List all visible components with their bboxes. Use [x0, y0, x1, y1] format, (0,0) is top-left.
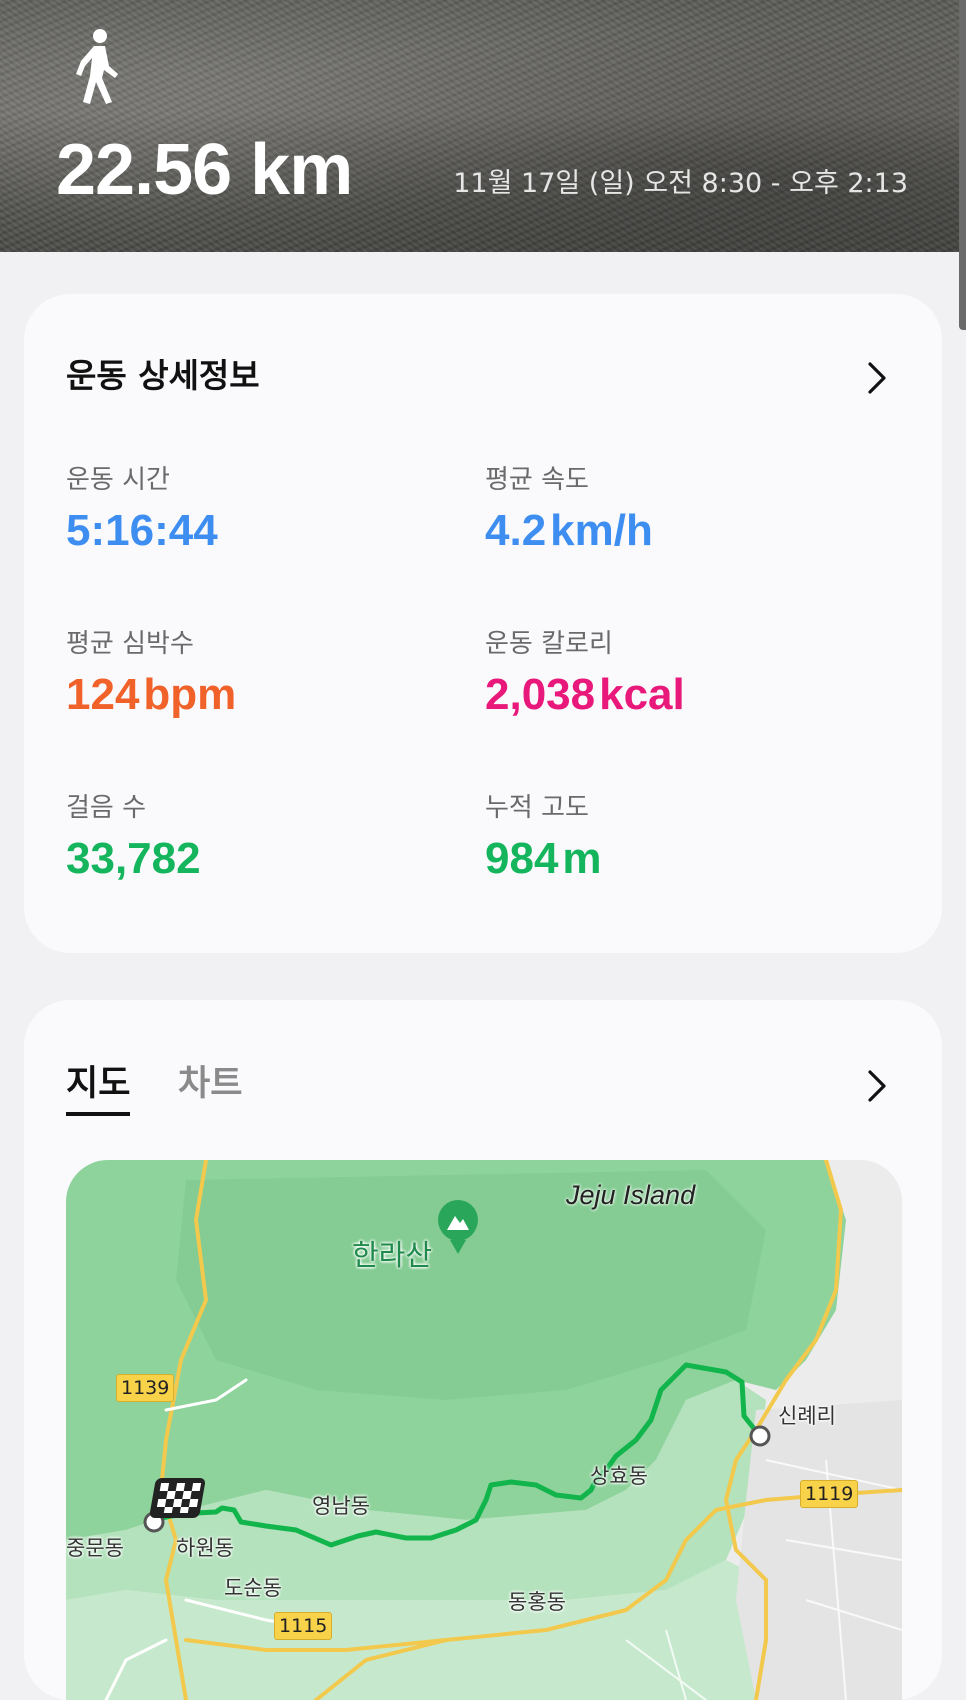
map-place-label: 동홍동: [508, 1590, 566, 1614]
hero-banner: 22.56 km 11월 17일 (일) 오전 8:30 - 오후 2:13: [0, 0, 966, 252]
stat-value: 984m: [485, 834, 602, 883]
workout-details-card: 운동 상세정보 운동 시간 5:16:44 평균 속도 4.2km/h 평균 심…: [24, 294, 942, 953]
chevron-right-icon[interactable]: [862, 1068, 890, 1104]
stat-avg-speed: 평균 속도 4.2km/h: [485, 464, 653, 558]
map-place-label: 도순동: [224, 1576, 282, 1600]
map-place-label: 상효동: [590, 1464, 648, 1488]
walking-person-icon: [76, 29, 118, 104]
stat-avg-heart-rate: 평균 심박수 124bpm: [66, 628, 236, 722]
stat-value: 33,782: [66, 834, 201, 883]
road-number-badge: 1119: [800, 1480, 859, 1508]
stat-calories: 운동 칼로리 2,038kcal: [485, 628, 685, 722]
road-number-badge: 1139: [116, 1374, 175, 1402]
map-chart-card: 지도 차트 Jeju Island 한라산 신례리 상효동 영남동 중문동 하원…: [24, 1000, 942, 1700]
route-map[interactable]: Jeju Island 한라산 신례리 상효동 영남동 중문동 하원동 도순동 …: [66, 1160, 902, 1700]
road-number-badge: 1115: [274, 1612, 333, 1640]
stat-elevation-gain: 누적 고도 984m: [485, 792, 602, 886]
map-place-label: 하원동: [176, 1536, 234, 1560]
scrollbar[interactable]: [959, 0, 966, 330]
total-distance: 22.56 km: [56, 130, 353, 210]
stat-label: 평균 심박수: [66, 629, 194, 659]
map-place-label: 신례리: [778, 1404, 836, 1428]
stat-value: 124bpm: [66, 670, 237, 719]
map-canvas: [66, 1160, 902, 1700]
map-place-label: 영남동: [312, 1494, 370, 1518]
chevron-right-icon[interactable]: [862, 360, 890, 396]
tab-map[interactable]: 지도: [66, 1062, 130, 1106]
stat-steps: 걸음 수 33,782: [66, 792, 201, 886]
map-peak-label: 한라산: [352, 1238, 433, 1272]
stat-value: 2,038kcal: [485, 670, 685, 719]
stat-value: 5:16:44: [66, 506, 218, 555]
stat-label: 운동 칼로리: [485, 629, 613, 659]
stat-label: 누적 고도: [485, 793, 589, 823]
stat-label: 운동 시간: [66, 465, 170, 495]
map-place-label: 중문동: [66, 1536, 124, 1560]
stat-label: 걸음 수: [66, 793, 147, 823]
workout-date-range: 11월 17일 (일) 오전 8:30 - 오후 2:13: [453, 168, 908, 199]
map-region-label: Jeju Island: [566, 1180, 696, 1210]
tab-chart[interactable]: 차트: [178, 1062, 242, 1106]
card-title: 운동 상세정보: [66, 356, 260, 395]
active-tab-indicator: [66, 1112, 130, 1116]
stat-duration: 운동 시간 5:16:44: [66, 464, 218, 558]
stat-label: 평균 속도: [485, 465, 589, 495]
stat-value: 4.2km/h: [485, 506, 653, 555]
